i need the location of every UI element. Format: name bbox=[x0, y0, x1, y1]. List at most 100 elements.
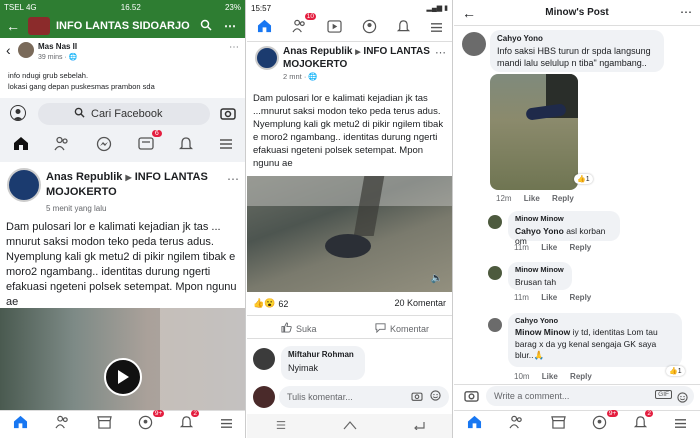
back-arrow-icon[interactable]: ← bbox=[6, 18, 20, 34]
post-avatar[interactable] bbox=[7, 168, 41, 202]
friends-icon[interactable]: 10 bbox=[292, 13, 316, 38]
comment-author[interactable]: Cahyo Yono bbox=[497, 34, 657, 43]
avatar[interactable] bbox=[462, 32, 486, 56]
reaction-summary[interactable]: 👍😮 62 bbox=[253, 298, 288, 309]
emoji-icon[interactable] bbox=[677, 390, 688, 408]
group-title: INFO LANTAS SIDOARJO bbox=[56, 20, 190, 32]
post-time: 5 menit yang lalu bbox=[46, 204, 107, 213]
comment-text: Nyimak bbox=[288, 363, 319, 373]
friends-icon[interactable] bbox=[54, 136, 70, 156]
recent-apps-icon[interactable] bbox=[275, 417, 287, 435]
camera-icon[interactable] bbox=[411, 388, 423, 406]
avatar[interactable] bbox=[488, 215, 502, 229]
like-link[interactable]: Like bbox=[541, 243, 557, 252]
groups-icon[interactable]: 9+ bbox=[138, 409, 165, 435]
notifications-icon[interactable]: 6 bbox=[138, 130, 162, 156]
pray-emoji: 🙏 bbox=[533, 350, 545, 360]
volume-icon[interactable]: 🔈 bbox=[431, 273, 443, 284]
play-icon[interactable] bbox=[104, 358, 142, 396]
gif-button[interactable]: GIF bbox=[655, 390, 672, 399]
camera-icon[interactable] bbox=[220, 106, 236, 125]
like-link[interactable]: Like bbox=[541, 293, 557, 302]
mention-tag[interactable]: Minow Minow bbox=[515, 327, 570, 337]
profile-icon[interactable] bbox=[10, 105, 26, 121]
like-reaction-icon: 👍 bbox=[669, 368, 678, 375]
more-icon[interactable]: ⋯ bbox=[229, 42, 239, 53]
home-icon[interactable] bbox=[257, 19, 272, 38]
reaction-badge[interactable]: 👍1 bbox=[666, 366, 685, 376]
camera-icon[interactable] bbox=[464, 389, 479, 407]
comment-bubble: Miftahur Rohman Nyimak bbox=[281, 346, 365, 380]
write-comment-input[interactable]: Write a comment... GIF bbox=[486, 386, 694, 406]
clock: 16.52 bbox=[120, 2, 141, 12]
menu-icon[interactable] bbox=[220, 416, 233, 434]
marketplace-icon[interactable] bbox=[550, 415, 566, 434]
menu-icon[interactable] bbox=[674, 416, 687, 434]
groups-badge: 9+ bbox=[152, 409, 165, 417]
search-input[interactable]: Cari Facebook bbox=[38, 103, 210, 125]
reply-link[interactable]: Reply bbox=[552, 194, 574, 203]
post-video[interactable] bbox=[0, 308, 245, 410]
like-button[interactable]: Suka bbox=[281, 322, 317, 335]
post-avatar[interactable] bbox=[255, 46, 279, 70]
messenger-icon[interactable] bbox=[96, 136, 112, 157]
marketplace-icon[interactable] bbox=[96, 415, 112, 434]
watch-icon[interactable] bbox=[327, 19, 342, 38]
avatar[interactable] bbox=[488, 266, 502, 280]
bell-icon[interactable]: 2 bbox=[179, 410, 199, 434]
post-more-icon[interactable]: ⋯ bbox=[227, 172, 239, 186]
comment-button[interactable]: Komentar bbox=[375, 322, 429, 335]
comment-input[interactable]: Tulis komentar... bbox=[279, 386, 449, 408]
reply-link[interactable]: Reply bbox=[569, 243, 591, 252]
avatar[interactable] bbox=[488, 318, 502, 332]
friends-icon[interactable] bbox=[509, 415, 524, 434]
back-chevron-icon[interactable]: ‹ bbox=[6, 42, 11, 58]
comment-author[interactable]: Minow Minow bbox=[515, 214, 613, 223]
more-options-icon[interactable]: ⋯ bbox=[680, 5, 692, 19]
comment-author[interactable]: Mas Nas II bbox=[38, 42, 77, 51]
home-nav-icon[interactable] bbox=[343, 417, 357, 435]
groups-icon[interactable]: 9+ bbox=[592, 409, 619, 435]
comment-author[interactable]: Miftahur Rohman bbox=[288, 350, 358, 359]
friends-icon[interactable] bbox=[55, 415, 70, 434]
comment-author[interactable]: Minow Minow bbox=[515, 265, 565, 274]
more-options-icon[interactable]: ⋯ bbox=[224, 19, 236, 33]
bell-icon[interactable] bbox=[179, 136, 194, 156]
home-icon[interactable] bbox=[13, 415, 28, 434]
home-icon[interactable] bbox=[467, 415, 482, 434]
home-icon[interactable] bbox=[13, 136, 29, 156]
comment-meta: 12m Like Reply bbox=[496, 194, 574, 203]
comment-photo[interactable] bbox=[490, 74, 578, 190]
group-header: ← INFO LANTAS SIDOARJO ⋯ bbox=[0, 14, 245, 38]
menu-icon[interactable] bbox=[430, 20, 443, 38]
avatar[interactable] bbox=[18, 42, 34, 58]
comment-bubble: Minow Minow Brusan tah bbox=[508, 262, 572, 290]
emoji-icon[interactable] bbox=[430, 388, 441, 406]
search-icon[interactable] bbox=[200, 19, 212, 34]
back-nav-icon[interactable] bbox=[413, 417, 425, 435]
bell-badge: 2 bbox=[191, 410, 199, 417]
comment-author[interactable]: Cahyo Yono bbox=[515, 316, 675, 325]
menu-icon[interactable] bbox=[219, 137, 233, 155]
divider bbox=[247, 315, 452, 316]
post-author[interactable]: Anas Republik bbox=[283, 46, 352, 57]
network-label: 4G bbox=[25, 2, 37, 12]
like-link[interactable]: Like bbox=[524, 194, 540, 203]
profile-icon[interactable] bbox=[362, 19, 377, 39]
reaction-badge[interactable]: 👍1 bbox=[574, 174, 593, 184]
post-video[interactable]: 🔈 bbox=[247, 176, 452, 292]
back-arrow-icon[interactable]: ← bbox=[462, 5, 476, 21]
bell-icon[interactable]: 2 bbox=[633, 410, 653, 434]
commenter-avatar[interactable] bbox=[253, 348, 275, 370]
mention-tag[interactable]: Cahyo Yono bbox=[515, 226, 564, 236]
comment-count[interactable]: 20 Komentar bbox=[394, 298, 446, 308]
like-reaction-icon: 👍 bbox=[577, 176, 586, 183]
like-link[interactable]: Like bbox=[542, 372, 558, 381]
bell-icon[interactable] bbox=[396, 19, 411, 38]
battery-label: 23% bbox=[224, 2, 241, 12]
comment-text: Info saksi HBS turun dr spda langsung ma… bbox=[497, 46, 651, 68]
post-author[interactable]: Anas Republik bbox=[46, 171, 122, 183]
reply-link[interactable]: Reply bbox=[570, 372, 592, 381]
reply-link[interactable]: Reply bbox=[569, 293, 591, 302]
post-more-icon[interactable]: ⋯ bbox=[435, 46, 446, 59]
